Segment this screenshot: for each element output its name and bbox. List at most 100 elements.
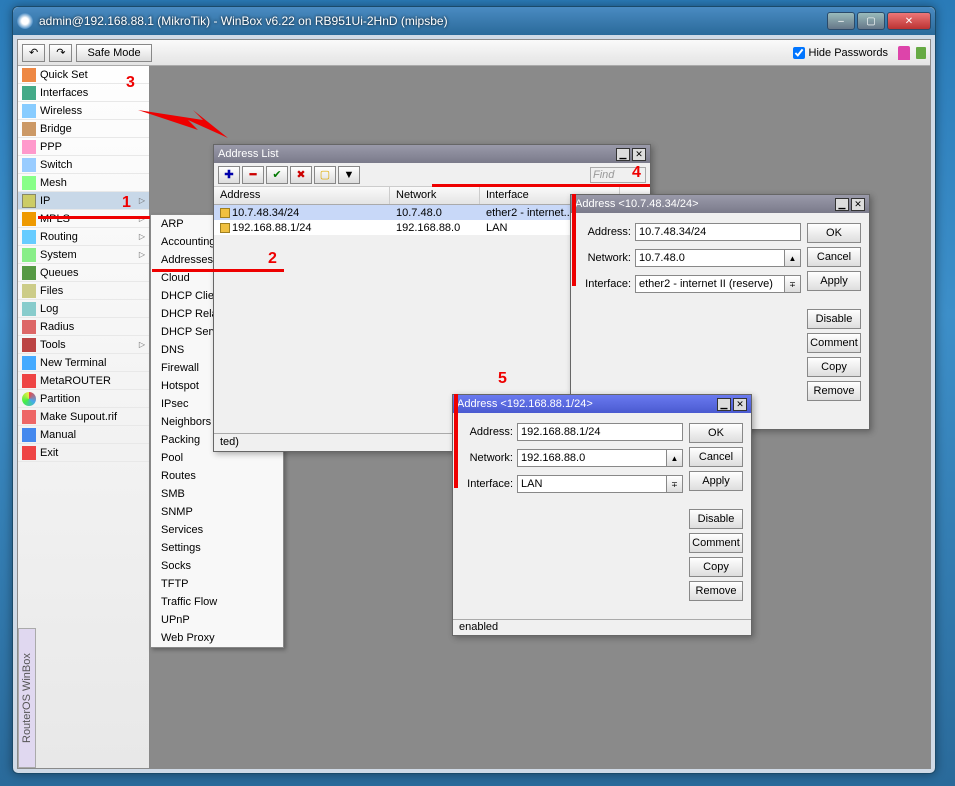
submenu-item-snmp[interactable]: SNMP — [151, 503, 283, 521]
i-mpls-icon — [22, 212, 36, 226]
submenu-item-tftp[interactable]: TFTP — [151, 575, 283, 593]
apply-button[interactable]: Apply — [689, 471, 743, 491]
sidebar-item-new-terminal[interactable]: New Terminal — [18, 354, 149, 372]
dialog1-close-icon[interactable]: ✕ — [851, 198, 865, 211]
i-rt-icon — [22, 230, 36, 244]
sidebar-item-label: Make Supout.rif — [40, 411, 117, 423]
undo-button[interactable]: ↶ — [22, 44, 45, 62]
network-up-icon-2[interactable]: ▲ — [667, 449, 683, 467]
sidebar-item-mesh[interactable]: Mesh — [18, 174, 149, 192]
sidebar-item-wireless[interactable]: Wireless — [18, 102, 149, 120]
address-dialog-1-titlebar[interactable]: Address <10.7.48.34/24> ▁ ✕ — [571, 195, 869, 213]
sidebar-item-quick-set[interactable]: Quick Set — [18, 66, 149, 84]
sidebar-item-metarouter[interactable]: MetaROUTER — [18, 372, 149, 390]
network-input-2[interactable] — [517, 449, 667, 467]
interface-dropdown-icon-2[interactable]: ∓ — [667, 475, 683, 493]
i-log-icon — [22, 302, 36, 316]
sidebar-item-label: System — [40, 249, 77, 261]
copy-button[interactable]: Copy — [807, 357, 861, 377]
sidebar-item-log[interactable]: Log — [18, 300, 149, 318]
sidebar-item-partition[interactable]: Partition — [18, 390, 149, 408]
minimize-button[interactable]: – — [827, 12, 855, 30]
sidebar-item-label: Log — [40, 303, 58, 315]
find-input[interactable]: Find — [590, 167, 646, 183]
sidebar-item-radius[interactable]: Radius — [18, 318, 149, 336]
disable-button[interactable]: ✖ — [290, 166, 312, 184]
cancel-button[interactable]: Cancel — [689, 447, 743, 467]
submenu-item-upnp[interactable]: UPnP — [151, 611, 283, 629]
cancel-button[interactable]: Cancel — [807, 247, 861, 267]
address-input-2[interactable] — [517, 423, 683, 441]
sidebar-item-manual[interactable]: Manual — [18, 426, 149, 444]
sidebar-item-exit[interactable]: Exit — [18, 444, 149, 462]
address-dialog-2[interactable]: Address <192.168.88.1/24> ▁ ✕ Address: N… — [452, 394, 752, 636]
submenu-item-web-proxy[interactable]: Web Proxy — [151, 629, 283, 647]
sidebar-item-ip[interactable]: IP▷ — [18, 192, 149, 210]
safe-mode-button[interactable]: Safe Mode — [76, 44, 151, 62]
sidebar-item-bridge[interactable]: Bridge — [18, 120, 149, 138]
submenu-item-services[interactable]: Services — [151, 521, 283, 539]
sidebar-item-system[interactable]: System▷ — [18, 246, 149, 264]
sidebar-item-tools[interactable]: Tools▷ — [18, 336, 149, 354]
sidebar-item-queues[interactable]: Queues — [18, 264, 149, 282]
redo-button[interactable]: ↷ — [49, 44, 72, 62]
submenu-item-socks[interactable]: Socks — [151, 557, 283, 575]
sidebar-item-files[interactable]: Files — [18, 282, 149, 300]
sidebar-item-interfaces[interactable]: Interfaces — [18, 84, 149, 102]
remove-button[interactable]: Remove — [689, 581, 743, 601]
interface-input-2[interactable] — [517, 475, 667, 493]
sidebar-item-routing[interactable]: Routing▷ — [18, 228, 149, 246]
hide-passwords-toggle[interactable]: Hide Passwords — [793, 47, 888, 59]
submenu-item-settings[interactable]: Settings — [151, 539, 283, 557]
hide-passwords-checkbox[interactable] — [793, 47, 805, 59]
dialog2-status: enabled — [453, 619, 751, 635]
apply-button[interactable]: Apply — [807, 271, 861, 291]
submenu-item-smb[interactable]: SMB — [151, 485, 283, 503]
network-input[interactable] — [635, 249, 785, 267]
enable-button[interactable]: ✔ — [266, 166, 288, 184]
network-up-icon[interactable]: ▲ — [785, 249, 801, 267]
address-list-minimize-icon[interactable]: ▁ — [616, 148, 630, 161]
address-input[interactable] — [635, 223, 801, 241]
submenu-item-traffic-flow[interactable]: Traffic Flow — [151, 593, 283, 611]
comment-button[interactable]: Comment — [807, 333, 861, 353]
ok-button[interactable]: OK — [807, 223, 861, 243]
sidebar-item-label: Exit — [40, 447, 58, 459]
titlebar[interactable]: admin@192.168.88.1 (MikroTik) - WinBox v… — [13, 7, 935, 35]
interface-input[interactable] — [635, 275, 785, 293]
sidebar-item-label: Partition — [40, 393, 80, 405]
close-button[interactable]: ✕ — [887, 12, 931, 30]
i-nt-icon — [22, 356, 36, 370]
remove-button[interactable]: ━ — [242, 166, 264, 184]
filter-button[interactable]: ▼ — [338, 166, 360, 184]
maximize-button[interactable]: ▢ — [857, 12, 885, 30]
submenu-item-routes[interactable]: Routes — [151, 467, 283, 485]
remove-button[interactable]: Remove — [807, 381, 861, 401]
dialog1-minimize-icon[interactable]: ▁ — [835, 198, 849, 211]
sidebar-item-label: IP — [40, 195, 50, 207]
comment-button[interactable]: ▢ — [314, 166, 336, 184]
interface-label-2: Interface: — [461, 478, 517, 490]
sidebar-item-mpls[interactable]: MPLS▷ — [18, 210, 149, 228]
col-network[interactable]: Network — [390, 187, 480, 204]
sidebar-item-make-supout-rif[interactable]: Make Supout.rif — [18, 408, 149, 426]
vertical-app-label: RouterOS WinBox — [18, 628, 36, 768]
dialog2-minimize-icon[interactable]: ▁ — [717, 398, 731, 411]
address-dialog-2-titlebar[interactable]: Address <192.168.88.1/24> ▁ ✕ — [453, 395, 751, 413]
comment-button[interactable]: Comment — [689, 533, 743, 553]
copy-button[interactable]: Copy — [689, 557, 743, 577]
col-address[interactable]: Address — [214, 187, 390, 204]
dialog2-close-icon[interactable]: ✕ — [733, 398, 747, 411]
sidebar-item-ppp[interactable]: PPP — [18, 138, 149, 156]
address-list-close-icon[interactable]: ✕ — [632, 148, 646, 161]
i-sys-icon — [22, 248, 36, 262]
interface-dropdown-icon[interactable]: ∓ — [785, 275, 801, 293]
disable-button[interactable]: Disable — [689, 509, 743, 529]
address-list-title: Address List — [218, 148, 614, 160]
window-title: admin@192.168.88.1 (MikroTik) - WinBox v… — [39, 14, 827, 28]
add-button[interactable]: ✚ — [218, 166, 240, 184]
address-list-titlebar[interactable]: Address List ▁ ✕ — [214, 145, 650, 163]
disable-button[interactable]: Disable — [807, 309, 861, 329]
sidebar-item-switch[interactable]: Switch — [18, 156, 149, 174]
ok-button[interactable]: OK — [689, 423, 743, 443]
